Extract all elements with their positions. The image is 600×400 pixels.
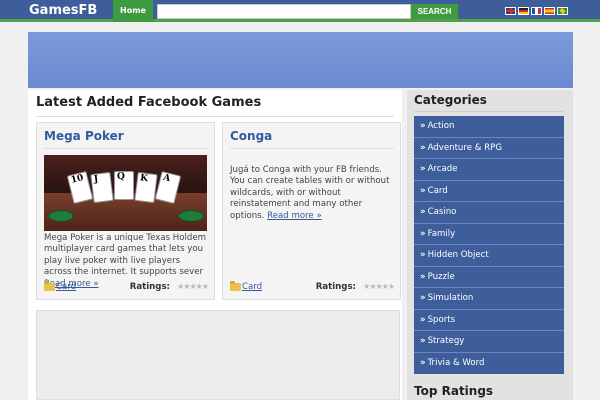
sidebar-item-label: Puzzle	[427, 271, 455, 282]
poker-chips-shape	[48, 210, 74, 222]
sidebar-item-family[interactable]: » Family	[414, 224, 564, 245]
sidebar-item-puzzle[interactable]: » Puzzle	[414, 267, 564, 288]
sidebar-item-strategy[interactable]: » Strategy	[414, 331, 564, 353]
rating-stars-icon[interactable]: ★★★★★	[177, 282, 209, 291]
sidebar-item-card[interactable]: » Card	[414, 181, 564, 202]
sidebar-item-hidden-object[interactable]: » Hidden Object	[414, 245, 564, 267]
top-ratings-heading: Top Ratings	[414, 384, 494, 398]
chevron-right-icon: »	[420, 164, 426, 174]
sidebar-item-casino[interactable]: » Casino	[414, 202, 564, 224]
game-card-conga: Conga Jugá to Conga with your FB friends…	[222, 122, 401, 300]
categories-heading: Categories	[414, 93, 487, 107]
sidebar-item-label: Trivia & Word	[427, 357, 485, 368]
folder-icon	[44, 281, 55, 291]
chevron-right-icon: »	[420, 185, 426, 196]
game-title[interactable]: Conga	[230, 129, 272, 143]
french-flag-icon[interactable]	[531, 7, 542, 15]
chevron-right-icon: »	[420, 271, 426, 282]
sidebar-item-label: Action	[427, 121, 455, 131]
sidebar-item-label: Card	[427, 185, 448, 196]
sidebar-item-simulation[interactable]: » Simulation	[414, 288, 564, 310]
chevron-right-icon: »	[420, 121, 426, 131]
category-list: » Action» Adventure & RPG» Arcade» Card» Casi…	[414, 116, 564, 374]
spanish-flag-icon[interactable]	[544, 7, 555, 15]
main-content: Latest Added Facebook Games Mega Poker 1…	[28, 90, 402, 400]
sidebar-item-label: Adventure & RPG	[427, 142, 502, 153]
title-divider	[36, 116, 394, 117]
sidebar-item-action[interactable]: » Action	[414, 116, 564, 138]
sidebar-item-label: Sports	[427, 314, 456, 325]
language-selector	[505, 7, 568, 15]
sidebar-item-trivia-word[interactable]: » Trivia & Word	[414, 353, 564, 375]
game-description: Jugá to Conga with your FB friends. You …	[230, 165, 390, 221]
sidebar-item-sports[interactable]: » Sports	[414, 310, 564, 331]
home-button[interactable]: Home	[113, 0, 153, 22]
chevron-right-icon: »	[420, 357, 426, 368]
playing-card: J	[90, 171, 114, 204]
category-link[interactable]: Card	[56, 282, 76, 292]
sidebar-divider	[414, 111, 564, 112]
sidebar-item-label: Family	[427, 228, 456, 239]
card-footer: Card Ratings: ★★★★★	[44, 281, 209, 294]
sidebar-item-label: Casino	[427, 207, 457, 217]
top-navigation-bar: GamesFB Home SEARCH	[0, 0, 600, 22]
ratings-label: Ratings:	[315, 282, 356, 292]
card-footer: Card Ratings: ★★★★★	[230, 281, 395, 294]
chevron-right-icon: »	[420, 314, 426, 325]
chevron-right-icon: »	[420, 336, 426, 346]
folder-icon	[230, 281, 241, 291]
sidebar-item-adventure-rpg[interactable]: » Adventure & RPG	[414, 138, 564, 159]
game-card-mega-poker: Mega Poker 10 J Q K A Mega Poker is a un…	[36, 122, 215, 300]
sidebar-item-arcade[interactable]: » Arcade	[414, 159, 564, 181]
game-thumbnail-image[interactable]: 10 J Q K A	[44, 155, 207, 231]
site-logo[interactable]: GamesFB	[29, 3, 97, 18]
sidebar-item-label: Arcade	[427, 164, 458, 174]
chevron-right-icon: »	[420, 207, 426, 217]
search-input[interactable]	[157, 4, 411, 19]
advertisement-box[interactable]	[36, 310, 400, 400]
chevron-right-icon: »	[420, 142, 426, 153]
sidebar-item-label: Simulation	[427, 293, 474, 303]
search-button[interactable]: SEARCH	[411, 4, 458, 19]
playing-card: Q	[114, 171, 134, 200]
game-title[interactable]: Mega Poker	[44, 129, 124, 143]
german-flag-icon[interactable]	[518, 7, 529, 15]
read-more-link[interactable]: Read more »	[267, 211, 322, 221]
english-flag-icon[interactable]	[505, 7, 516, 15]
chevron-right-icon: »	[420, 250, 426, 260]
card-divider	[230, 148, 394, 149]
page-title: Latest Added Facebook Games	[36, 95, 262, 110]
card-divider	[44, 148, 208, 149]
ratings-label: Ratings:	[129, 282, 170, 292]
rating-stars-icon[interactable]: ★★★★★	[363, 282, 395, 291]
sidebar-item-label: Hidden Object	[427, 250, 489, 260]
category-link[interactable]: Card	[242, 282, 262, 292]
sidebar: Categories » Action» Adventure & RPG» Arcad…	[407, 90, 573, 400]
portuguese-flag-icon[interactable]	[557, 7, 568, 15]
chevron-right-icon: »	[420, 293, 426, 303]
poker-chips-shape	[178, 210, 204, 222]
chevron-right-icon: »	[420, 228, 426, 239]
advertisement-banner[interactable]	[28, 32, 573, 88]
sidebar-item-label: Strategy	[427, 336, 465, 346]
